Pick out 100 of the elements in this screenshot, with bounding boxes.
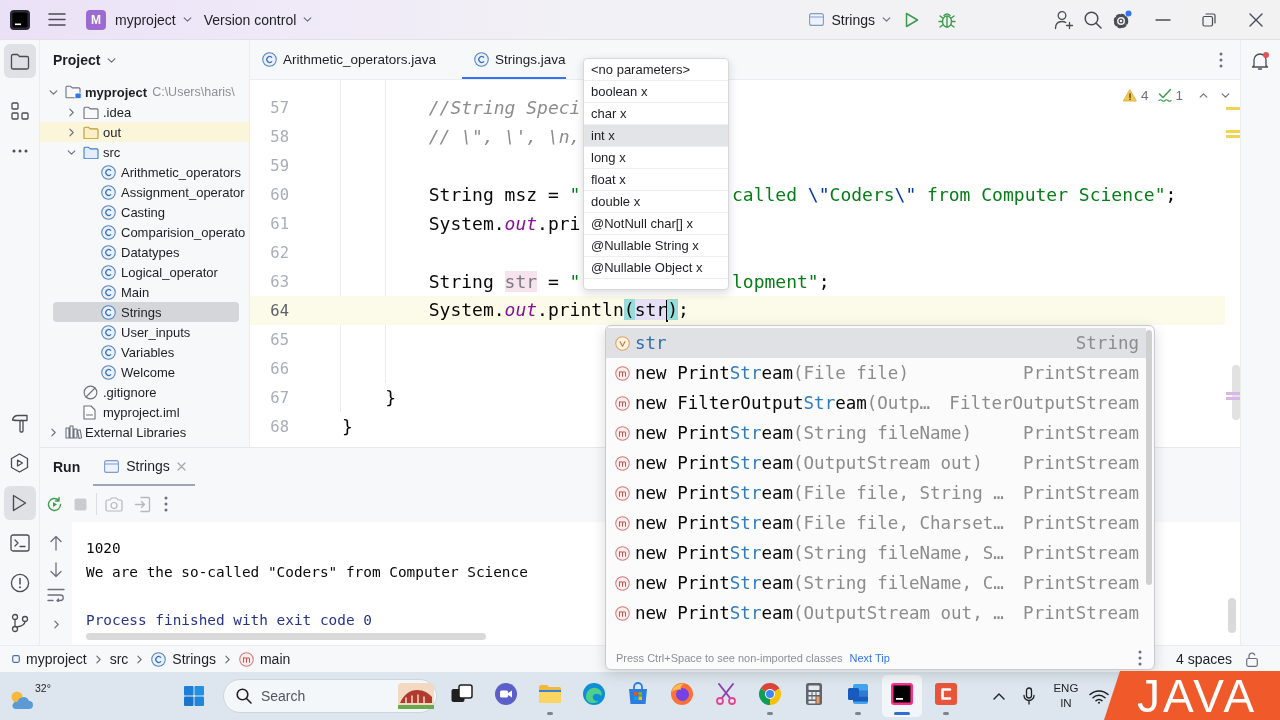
completion-item[interactable]: new PrintStream(OutputStream out, … PrintStream <box>606 598 1146 628</box>
scrollbar-thumb[interactable] <box>1228 598 1236 633</box>
segmented-circle-icon <box>757 682 782 706</box>
tree-item[interactable]: Comparision_operato <box>40 222 249 242</box>
tree-item[interactable]: Strings <box>53 302 239 322</box>
next-tip-link[interactable]: Next Tip <box>849 652 890 664</box>
vcs-dropdown[interactable]: Version control <box>197 4 319 35</box>
more-vertical-icon[interactable] <box>1219 51 1223 68</box>
panel-title-dropdown[interactable]: Project <box>47 48 123 72</box>
window-icon <box>104 459 120 473</box>
completion-item[interactable]: new PrintStream(OutputStream out) PrintStream <box>606 448 1146 478</box>
check-icon[interactable] <box>1158 88 1173 102</box>
project-dropdown[interactable]: M myproject <box>80 4 198 35</box>
chevron-down-icon <box>882 17 891 22</box>
bug-icon[interactable] <box>938 10 956 29</box>
circled-c-icon <box>101 344 116 360</box>
chevron-right-icon[interactable] <box>50 427 56 437</box>
minimize-icon[interactable] <box>1155 18 1171 21</box>
tree-item[interactable]: Logical_operator <box>40 262 249 282</box>
search-field[interactable]: Search <box>222 679 437 713</box>
chevron-down-icon[interactable] <box>1221 92 1230 98</box>
folder-icon <box>83 105 99 119</box>
chevron-down-icon[interactable] <box>48 89 58 95</box>
tree-item[interactable]: Datatypes <box>40 242 249 262</box>
padlock-icon[interactable] <box>1246 651 1258 667</box>
menu-icon[interactable] <box>48 13 66 26</box>
warning-icon[interactable] <box>1122 88 1137 102</box>
completion-item[interactable]: new PrintStream(File file, Charset… PrintStream <box>606 508 1146 538</box>
rerun-icon[interactable] <box>46 495 63 513</box>
add-user-icon[interactable] <box>1054 9 1074 30</box>
wifi-icon[interactable] <box>1088 688 1109 704</box>
bell-icon[interactable] <box>1251 51 1270 71</box>
more-vertical-icon[interactable] <box>1138 650 1142 666</box>
warning-marker[interactable] <box>1226 135 1240 138</box>
chevron-right-icon[interactable] <box>68 127 74 137</box>
weather-widget[interactable]: 32° <box>8 682 51 710</box>
more-vertical-icon[interactable] <box>164 496 168 512</box>
panel-title: Run <box>52 459 82 475</box>
scrollbar-thumb[interactable] <box>1146 330 1152 585</box>
tree-item[interactable]: Arithmetic_operators <box>40 162 249 182</box>
restore-icon[interactable] <box>1202 12 1216 27</box>
chevron-up-icon[interactable] <box>992 692 1005 700</box>
warning-marker[interactable] <box>1226 130 1240 133</box>
tree-item[interactable]: Assignment_operator <box>40 182 249 202</box>
close-icon[interactable] <box>1249 12 1263 27</box>
completion-item[interactable]: new PrintStream(File file) PrintStream <box>606 358 1146 388</box>
chevron-down-icon[interactable] <box>66 149 76 155</box>
tool-window-button[interactable] <box>3 44 36 78</box>
tree-item[interactable]: .gitignore <box>40 382 249 402</box>
usage-marker[interactable] <box>1226 397 1240 400</box>
more-icon <box>11 149 28 153</box>
completion-item[interactable]: new PrintStream(File file, String … PrintStream <box>606 478 1146 508</box>
chevron-right-icon[interactable] <box>53 620 59 629</box>
code-text: } <box>342 416 353 437</box>
language-indicator[interactable]: ENG IN <box>1050 681 1081 711</box>
play-icon <box>12 494 27 512</box>
arrow-up-icon[interactable] <box>50 535 62 551</box>
scrollbar-thumb[interactable] <box>86 633 486 640</box>
usage-marker[interactable] <box>1226 392 1240 395</box>
settings-icon[interactable] <box>1112 9 1132 30</box>
taskbar-app-button[interactable] <box>881 675 922 717</box>
tree-item[interactable]: .idea <box>40 102 249 122</box>
hammer-icon <box>10 413 29 433</box>
tree-item[interactable]: User_inputs <box>40 322 249 342</box>
completion-item[interactable]: new FilterOutputStream(Outp… FilterOutputStream <box>606 388 1146 418</box>
breadcrumb[interactable]: src <box>109 651 129 667</box>
window-icon <box>809 13 825 26</box>
run-configuration-dropdown[interactable]: Strings <box>803 4 897 35</box>
editor-tab[interactable]: Arithmetic_operators.java <box>250 40 437 79</box>
breadcrumb[interactable]: Strings <box>151 651 216 667</box>
microphone-icon[interactable] <box>1022 687 1035 705</box>
circled-m-icon <box>615 605 630 621</box>
play-icon[interactable] <box>905 11 919 28</box>
tree-item[interactable]: src <box>40 142 249 162</box>
tree-item[interactable]: Main <box>40 282 249 302</box>
tree-item[interactable]: myproject.iml <box>40 402 249 422</box>
completion-item[interactable]: new PrintStream(String fileName) PrintStream <box>606 418 1146 448</box>
chevron-right-icon[interactable] <box>68 107 74 117</box>
tree-item[interactable]: Welcome <box>40 362 249 382</box>
breadcrumb[interactable]: myproject <box>12 651 87 667</box>
completion-item[interactable]: new PrintStream(String fileName, S… PrintStream <box>606 538 1146 568</box>
tree-item[interactable]: out <box>40 122 249 142</box>
line-number: 59 <box>270 156 290 175</box>
tool-window-button[interactable] <box>3 486 36 520</box>
completion-item[interactable]: new PrintStream(String fileName, C… PrintStream <box>606 568 1146 598</box>
search-icon <box>235 688 252 704</box>
breadcrumb[interactable]: main <box>238 651 291 667</box>
tree-item[interactable]: Variables <box>40 342 249 362</box>
line-number: 57 <box>270 98 290 117</box>
arrow-down-icon[interactable] <box>50 562 62 578</box>
warning-marker[interactable] <box>1226 107 1240 110</box>
circled-c-icon <box>101 184 116 200</box>
tree-item[interactable]: Casting <box>40 202 249 222</box>
tree-item[interactable]: External Libraries <box>40 422 249 442</box>
soft-wrap-icon[interactable] <box>47 588 65 602</box>
chevron-right-icon <box>224 654 230 664</box>
tree-item[interactable]: myproject C:\Users\haris\ <box>40 82 249 102</box>
completion-item[interactable]: str String <box>606 328 1146 358</box>
indent-setting[interactable]: 4 spaces <box>1175 651 1232 667</box>
search-icon[interactable] <box>1084 10 1102 29</box>
